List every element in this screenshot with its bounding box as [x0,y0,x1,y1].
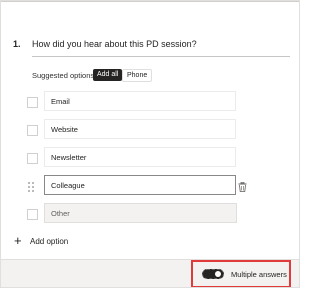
drag-handle-icon[interactable] [28,179,34,197]
option-checkbox[interactable] [27,125,38,136]
option-checkbox[interactable] [27,153,38,164]
question-underline [32,56,290,57]
option-label: Email [51,97,70,106]
question-card: 1. How did you hear about this PD sessio… [0,0,300,288]
divider [1,1,299,2]
option-input-colleague[interactable]: Colleague [44,175,236,195]
question-text[interactable]: How did you hear about this PD session? [32,39,197,49]
option-label: Other [51,209,70,218]
add-all-button[interactable]: Add all [93,69,123,81]
option-label: Newsletter [51,153,87,162]
add-option-label: Add option [30,237,69,246]
plus-icon: + [14,233,22,248]
option-input-newsletter[interactable]: Newsletter [44,147,236,167]
multiple-answers-label: Multiple answers [231,270,287,279]
option-checkbox[interactable] [27,209,38,220]
option-label: Colleague [51,181,85,190]
question-number: 1. [13,39,21,49]
trash-icon[interactable] [238,179,247,197]
option-input-website[interactable]: Website [44,119,236,139]
option-input-other[interactable]: Other [44,203,237,223]
option-input-email[interactable]: Email [44,91,236,111]
option-label: Website [51,125,78,134]
suggestion-chip-phone[interactable]: Phone [122,69,153,82]
toggle-knob [215,271,221,277]
suggested-options-label: Suggested options: [32,71,97,80]
option-checkbox[interactable] [27,97,38,108]
multiple-answers-toggle[interactable] [202,269,224,279]
